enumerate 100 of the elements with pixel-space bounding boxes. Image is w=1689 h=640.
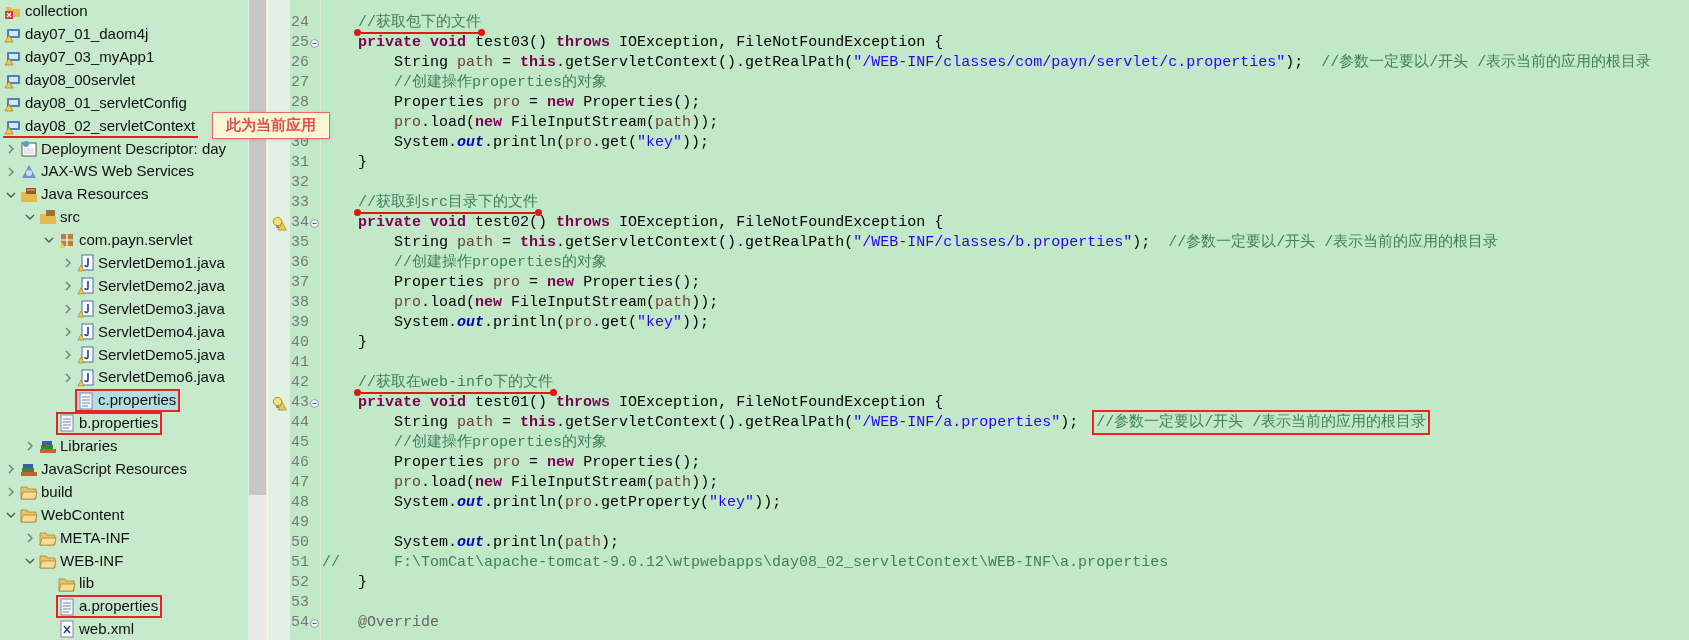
line-number: 40	[291, 334, 309, 351]
chevron-right-icon[interactable]	[63, 326, 73, 337]
tree-item[interactable]: WEB-INF	[38, 550, 127, 572]
chevron-right-icon[interactable]	[63, 258, 73, 269]
tree-item[interactable]: lib	[57, 573, 97, 595]
code-line: }	[357, 333, 368, 353]
tree-item[interactable]: Deployment Descriptor: day	[19, 138, 230, 160]
line-number: 34	[291, 214, 309, 231]
tree-item[interactable]: JavaScript Resources	[19, 458, 190, 480]
tree-item[interactable]: day08_01_servletConfig	[3, 92, 190, 114]
chevron-right-icon[interactable]	[6, 166, 16, 177]
chevron-right-icon[interactable]	[25, 441, 35, 452]
xml-file-icon	[58, 620, 76, 639]
chevron-right-icon[interactable]	[63, 349, 73, 360]
tree-item[interactable]: b.properties	[57, 412, 162, 434]
tree-item[interactable]: web.xml	[57, 619, 137, 640]
code-line: Properties pro = new Properties();	[393, 273, 701, 293]
collapse-icon[interactable]	[310, 219, 319, 228]
chevron-right-icon[interactable]	[63, 281, 73, 292]
tree-item[interactable]: com.payn.servlet	[57, 229, 196, 251]
callout-label: 此为当前应用	[212, 112, 330, 139]
collapse-icon[interactable]	[310, 39, 319, 48]
code-line: String path = this.getServletContext().getRealPath("/WEB-INF/classes/b.properties"); //参数一定要以/开头 /表示当前的应用的根目录	[393, 233, 1499, 253]
chevron-right-icon[interactable]	[25, 532, 35, 543]
chevron-right-icon[interactable]	[6, 464, 16, 475]
tree-item[interactable]: WebContent	[19, 504, 128, 526]
tree-item[interactable]: a.properties	[57, 596, 162, 618]
warning-lightbulb-icon[interactable]	[271, 395, 287, 411]
line-number: 38	[291, 294, 309, 311]
chevron-right-icon[interactable]	[63, 304, 73, 314]
tree-item[interactable]: c.properties	[76, 390, 180, 412]
folder-icon	[20, 483, 38, 502]
code-line: //创建操作properties的对象	[393, 253, 608, 273]
line-number: 39	[291, 314, 309, 331]
collapse-icon[interactable]	[310, 619, 319, 628]
java-file-icon	[77, 368, 95, 387]
line-number: 25	[291, 34, 309, 51]
line-number: 53	[291, 594, 309, 611]
line-number: 37	[291, 274, 309, 291]
collapse-icon[interactable]	[310, 399, 319, 408]
line-number: 43	[291, 394, 309, 411]
tree-item[interactable]: day07_03_myApp1	[3, 46, 158, 68]
line-number: 47	[291, 474, 309, 491]
code-line: //创建操作properties的对象	[393, 433, 608, 453]
code-line: Properties pro = new Properties();	[393, 93, 701, 113]
code-line: private void test01() throws IOException, FileNotFoundException {	[357, 393, 944, 413]
line-number: 52	[291, 574, 309, 591]
line-number: 41	[291, 354, 309, 371]
code-line: }	[357, 153, 368, 173]
tree-item[interactable]: ServletDemo1.java	[76, 252, 228, 274]
code-line: //获取包下的文件	[322, 13, 482, 33]
tree-item[interactable]: ServletDemo6.java	[76, 367, 228, 389]
tree-item[interactable]: JAX-WS Web Services	[19, 161, 198, 183]
chevron-right-icon[interactable]	[6, 487, 16, 498]
line-number: 24	[291, 14, 309, 31]
tree-item[interactable]: day08_00servlet	[3, 69, 139, 91]
tree-item[interactable]: src	[38, 206, 83, 228]
line-number: 50	[291, 534, 309, 551]
warning-lightbulb-icon[interactable]	[271, 215, 287, 231]
tree-item[interactable]: collection	[3, 0, 91, 22]
line-number: 46	[291, 454, 309, 471]
line-number: 49	[291, 514, 309, 531]
java-file-icon	[77, 300, 95, 318]
text-file-icon	[77, 391, 95, 410]
tree-item[interactable]: ServletDemo5.java	[76, 344, 228, 366]
line-number: 36	[291, 254, 309, 271]
tree-item[interactable]: day07_01_daom4j	[3, 23, 152, 45]
code-line: pro.load(new FileInputStream(path));	[393, 113, 719, 133]
line-number: 26	[291, 54, 309, 71]
tree-item[interactable]: ServletDemo2.java	[76, 275, 228, 297]
package-icon	[58, 231, 76, 250]
code-line: String path = this.getServletContext().getRealPath("/WEB-INF/a.properties"); //参数一定要以/开头 /表示当前的应用的根目录	[322, 413, 1427, 433]
line-number: 35	[291, 234, 309, 251]
code-line: private void test03() throws IOException, FileNotFoundException {	[357, 33, 944, 53]
line-number: 42	[291, 374, 309, 391]
tree-item[interactable]: ServletDemo3.java	[76, 298, 228, 320]
java-file-icon	[77, 345, 95, 364]
tree-item[interactable]: Java Resources	[19, 184, 152, 206]
line-number: 45	[291, 434, 309, 451]
folder-icon	[20, 506, 38, 525]
code-line: //获取在web-info下的文件	[322, 373, 554, 393]
chevron-right-icon[interactable]	[63, 372, 73, 383]
code-line: pro.load(new FileInputStream(path));	[393, 473, 719, 493]
java-file-icon	[77, 277, 95, 296]
code-line: System.out.println(path);	[393, 533, 620, 553]
code-line: Properties pro = new Properties();	[393, 453, 701, 473]
code-line: }	[357, 573, 368, 593]
code-line: @Override	[357, 613, 440, 633]
text-file-icon	[58, 597, 76, 616]
tree-item[interactable]: day08_02_servletContext	[3, 115, 199, 137]
line-number: 33	[291, 194, 309, 211]
tree-item[interactable]: META-INF	[38, 527, 133, 549]
tree-item[interactable]: build	[19, 481, 76, 503]
code-line: pro.load(new FileInputStream(path));	[393, 293, 719, 313]
src-folder-icon	[39, 208, 57, 227]
java-file-icon	[77, 322, 95, 341]
tree-item[interactable]: ServletDemo4.java	[76, 321, 228, 343]
chevron-right-icon[interactable]	[6, 143, 16, 154]
tree-item[interactable]: Libraries	[38, 435, 121, 457]
line-number: 51	[291, 554, 309, 571]
